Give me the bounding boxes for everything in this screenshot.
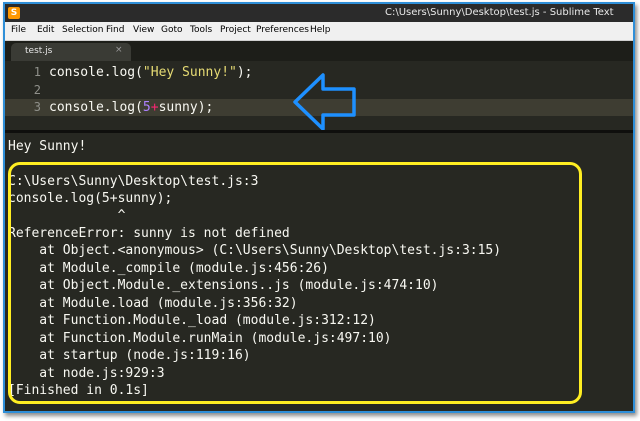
tab-bar: test.js × [5, 41, 633, 61]
menu-goto[interactable]: Goto [161, 25, 183, 35]
menu-help[interactable]: Help [310, 25, 331, 35]
menu-selection[interactable]: Selection [62, 25, 103, 35]
line-number: 3 [33, 100, 41, 114]
menu-edit[interactable]: Edit [37, 25, 54, 35]
menu-file[interactable]: File [11, 25, 26, 35]
menu-find[interactable]: Find [106, 25, 124, 35]
window-title: C:\Users\Sunny\Desktop\test.js - Sublime… [385, 7, 614, 18]
code-text: console.log(5+sunny); [49, 100, 214, 115]
menu-tools[interactable]: Tools [190, 25, 212, 35]
tab-test-js[interactable]: test.js × [11, 43, 131, 61]
app-window: S C:\Users\Sunny\Desktop\test.js - Subli… [3, 2, 635, 413]
line-number: 1 [33, 65, 41, 79]
title-bar: S C:\Users\Sunny\Desktop\test.js - Subli… [5, 4, 633, 22]
line-number: 2 [33, 83, 41, 97]
code-text: console.log("Hey Sunny!"); [49, 65, 253, 80]
menu-project[interactable]: Project [220, 25, 251, 35]
menu-preferences[interactable]: Preferences [256, 25, 309, 35]
menu-bar: File Edit Selection Find View Goto Tools… [5, 22, 633, 41]
sublime-text-icon: S [8, 7, 20, 19]
menu-view[interactable]: View [133, 25, 154, 35]
error-highlight-box [8, 162, 582, 404]
left-arrow-outline-icon [293, 73, 356, 131]
output-line: Hey Sunny! [8, 139, 87, 154]
close-icon[interactable]: × [115, 45, 123, 55]
tab-label: test.js [25, 46, 53, 56]
